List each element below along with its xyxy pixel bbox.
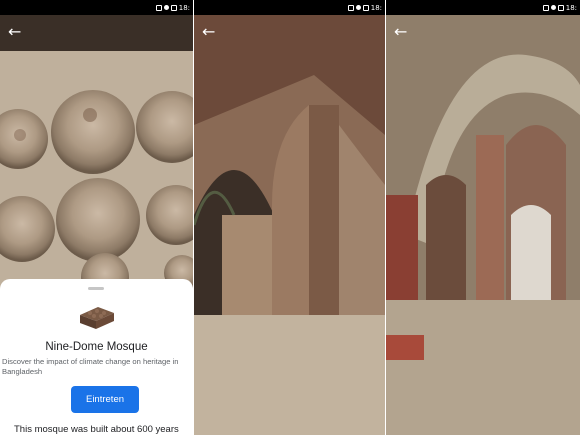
sheet-body-text: This mosque was built about 600 years: [14, 424, 179, 435]
wifi-icon: [550, 5, 556, 10]
panel-ceiling-domes: 18: ← Nine-Dome Mosque Discover the impa…: [0, 0, 193, 435]
notification-icon: [155, 4, 162, 11]
interior-corner-image[interactable]: [194, 15, 385, 435]
back-arrow-icon[interactable]: ←: [394, 22, 414, 42]
status-bar: 18:: [0, 0, 193, 15]
clock: 18:: [565, 3, 577, 12]
bottom-sheet: Nine-Dome Mosque Discover the impact of …: [0, 279, 193, 435]
clock: 18:: [370, 3, 382, 12]
interior-arches-image[interactable]: [386, 15, 580, 435]
wifi-icon: [163, 5, 169, 10]
panel-interior-corner: 18: ←: [194, 0, 385, 435]
status-bar: 18:: [386, 0, 580, 15]
wifi-icon: [355, 5, 361, 10]
sheet-title: Nine-Dome Mosque: [45, 341, 148, 353]
back-arrow-icon[interactable]: ←: [202, 22, 222, 42]
battery-icon: [362, 4, 369, 11]
battery-icon: [170, 4, 177, 11]
sheet-drag-handle[interactable]: [88, 287, 104, 290]
mosque-thumbnail: [80, 307, 114, 329]
sheet-subtitle: Discover the impact of climate change on…: [2, 357, 179, 376]
notification-icon: [347, 4, 354, 11]
clock: 18:: [178, 3, 190, 12]
panel-interior-arches: 18: ←: [386, 0, 580, 435]
battery-icon: [557, 4, 564, 11]
back-arrow-icon[interactable]: ←: [8, 22, 28, 42]
status-bar: 18:: [194, 0, 385, 15]
enter-button[interactable]: Eintreten: [71, 386, 139, 413]
notification-icon: [542, 4, 549, 11]
